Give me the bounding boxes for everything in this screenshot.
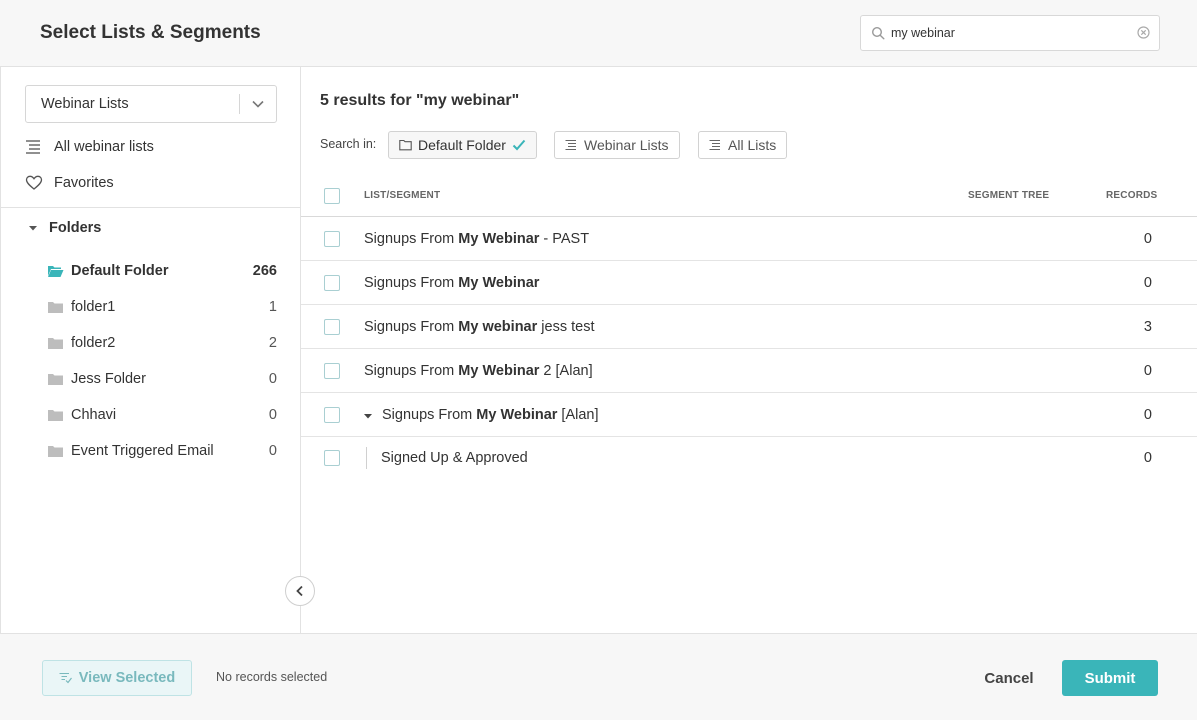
folder-name: folder2 xyxy=(71,335,116,351)
search-box[interactable] xyxy=(860,15,1160,51)
folder-icon xyxy=(399,139,412,151)
row-checkbox[interactable] xyxy=(324,407,340,423)
folder-item-default-folder[interactable]: Default Folder 266 xyxy=(47,260,277,282)
table-header: LIST/SEGMENT SEGMENT TREE RECORDS xyxy=(301,177,1197,217)
dropdown-value: Webinar Lists xyxy=(41,96,129,112)
row-records: 0 xyxy=(1143,363,1152,379)
folder-icon xyxy=(48,374,63,385)
row-checkbox[interactable] xyxy=(324,275,340,291)
folder-name: folder1 xyxy=(71,299,116,315)
nav-label: Favorites xyxy=(54,175,114,191)
folder-item-folder2[interactable]: folder2 2 xyxy=(47,332,277,354)
cancel-button[interactable]: Cancel xyxy=(970,660,1048,696)
filter-chip-webinar-lists[interactable]: Webinar Lists xyxy=(554,131,680,159)
folder-count: 266 xyxy=(252,263,277,279)
row-checkbox[interactable] xyxy=(324,231,340,247)
row-checkbox[interactable] xyxy=(324,363,340,379)
list-check-icon xyxy=(59,673,72,684)
folder-icon xyxy=(48,302,63,313)
folder-item-chhavi[interactable]: Chhavi 0 xyxy=(47,404,277,426)
chevron-left-icon xyxy=(296,585,303,597)
table-row[interactable]: Signups From My Webinar 2 [Alan] 0 xyxy=(301,349,1197,393)
folder-count: 1 xyxy=(268,299,277,315)
row-records: 0 xyxy=(1143,407,1152,423)
folder-open-icon xyxy=(48,266,64,277)
filter-chip-all-lists[interactable]: All Lists xyxy=(698,131,788,159)
list-type-dropdown[interactable]: Webinar Lists xyxy=(25,85,277,123)
table-row[interactable]: Signups From My Webinar - PAST 0 xyxy=(301,217,1197,261)
folder-icon xyxy=(48,446,63,457)
view-selected-button[interactable]: View Selected xyxy=(42,660,192,696)
column-header-segment-tree: SEGMENT TREE xyxy=(968,190,1050,201)
folder-item-jess-folder[interactable]: Jess Folder 0 xyxy=(47,368,277,390)
folder-name: Chhavi xyxy=(71,407,117,423)
folder-count: 0 xyxy=(268,443,277,459)
folder-item-event-triggered-email[interactable]: Event Triggered Email 0 xyxy=(47,440,277,462)
folder-count: 0 xyxy=(268,371,277,387)
tree-connector-line xyxy=(366,447,367,469)
column-header-list-segment[interactable]: LIST/SEGMENT xyxy=(364,190,440,201)
folders-toggle[interactable]: Folders xyxy=(29,220,101,236)
select-all-checkbox[interactable] xyxy=(324,188,340,204)
chip-label: All Lists xyxy=(728,137,777,153)
chip-label: Webinar Lists xyxy=(584,137,669,153)
table-row-expandable[interactable]: Signups From My Webinar [Alan] 0 xyxy=(301,393,1197,437)
folder-name: Default Folder xyxy=(71,263,169,279)
table-row[interactable]: Signups From My Webinar 0 xyxy=(301,261,1197,305)
dropdown-separator xyxy=(239,94,240,114)
column-header-records[interactable]: RECORDS xyxy=(1106,190,1157,201)
list-icon xyxy=(709,140,720,150)
modal-header: Select Lists & Segments xyxy=(0,0,1197,67)
chip-label: Default Folder xyxy=(418,137,506,153)
row-records: 0 xyxy=(1143,275,1152,291)
row-name: Signups From My webinar jess test xyxy=(364,319,595,335)
row-records: 0 xyxy=(1143,231,1152,247)
list-icon xyxy=(565,140,576,150)
collapse-sidebar-button[interactable] xyxy=(285,576,315,606)
row-records: 3 xyxy=(1143,319,1152,335)
row-name: Signups From My Webinar - PAST xyxy=(364,231,590,247)
modal-footer: View Selected No records selected Cancel… xyxy=(0,633,1197,720)
folder-icon xyxy=(48,410,63,421)
search-input[interactable] xyxy=(891,22,1131,44)
folder-name: Jess Folder xyxy=(71,371,146,387)
nav-favorites[interactable]: Favorites xyxy=(25,172,114,194)
expand-caret-icon[interactable] xyxy=(364,412,372,420)
clear-search-icon[interactable] xyxy=(1137,26,1150,39)
chevron-down-icon[interactable] xyxy=(251,97,265,111)
results-panel: 5 results for "my webinar" Search in: De… xyxy=(301,67,1197,633)
checkmark-icon xyxy=(512,139,526,151)
folder-item-folder1[interactable]: folder1 1 xyxy=(47,296,277,318)
row-checkbox[interactable] xyxy=(324,319,340,335)
folder-icon xyxy=(48,338,63,349)
search-icon xyxy=(871,26,885,40)
list-icon xyxy=(26,140,40,154)
modal-title: Select Lists & Segments xyxy=(40,22,261,43)
row-name: Signed Up & Approved xyxy=(381,450,528,466)
row-name: Signups From My Webinar [Alan] xyxy=(382,407,599,423)
folder-count: 0 xyxy=(268,407,277,423)
folder-count: 2 xyxy=(268,335,277,351)
row-name: Signups From My Webinar xyxy=(364,275,540,291)
row-checkbox[interactable] xyxy=(324,450,340,466)
folders-label: Folders xyxy=(49,220,102,236)
table-row[interactable]: Signups From My webinar jess test 3 xyxy=(301,305,1197,349)
search-in-label: Search in: xyxy=(320,137,377,151)
row-name: Signups From My Webinar 2 [Alan] xyxy=(364,363,593,379)
filter-chip-default-folder[interactable]: Default Folder xyxy=(388,131,537,159)
nav-label: All webinar lists xyxy=(54,139,154,155)
results-heading: 5 results for "my webinar" xyxy=(320,92,520,109)
table-row-child[interactable]: Signed Up & Approved 0 xyxy=(301,437,1197,481)
view-selected-label: View Selected xyxy=(78,670,176,686)
sidebar: Webinar Lists All webinar lists Favorite… xyxy=(0,67,301,633)
row-records: 0 xyxy=(1143,450,1152,466)
submit-button[interactable]: Submit xyxy=(1062,660,1158,696)
selection-status: No records selected xyxy=(216,670,328,684)
caret-down-icon xyxy=(29,226,37,231)
folder-name: Event Triggered Email xyxy=(71,443,214,459)
sidebar-divider xyxy=(1,207,301,208)
heart-icon xyxy=(25,175,43,190)
nav-all-webinar-lists[interactable]: All webinar lists xyxy=(25,136,154,158)
